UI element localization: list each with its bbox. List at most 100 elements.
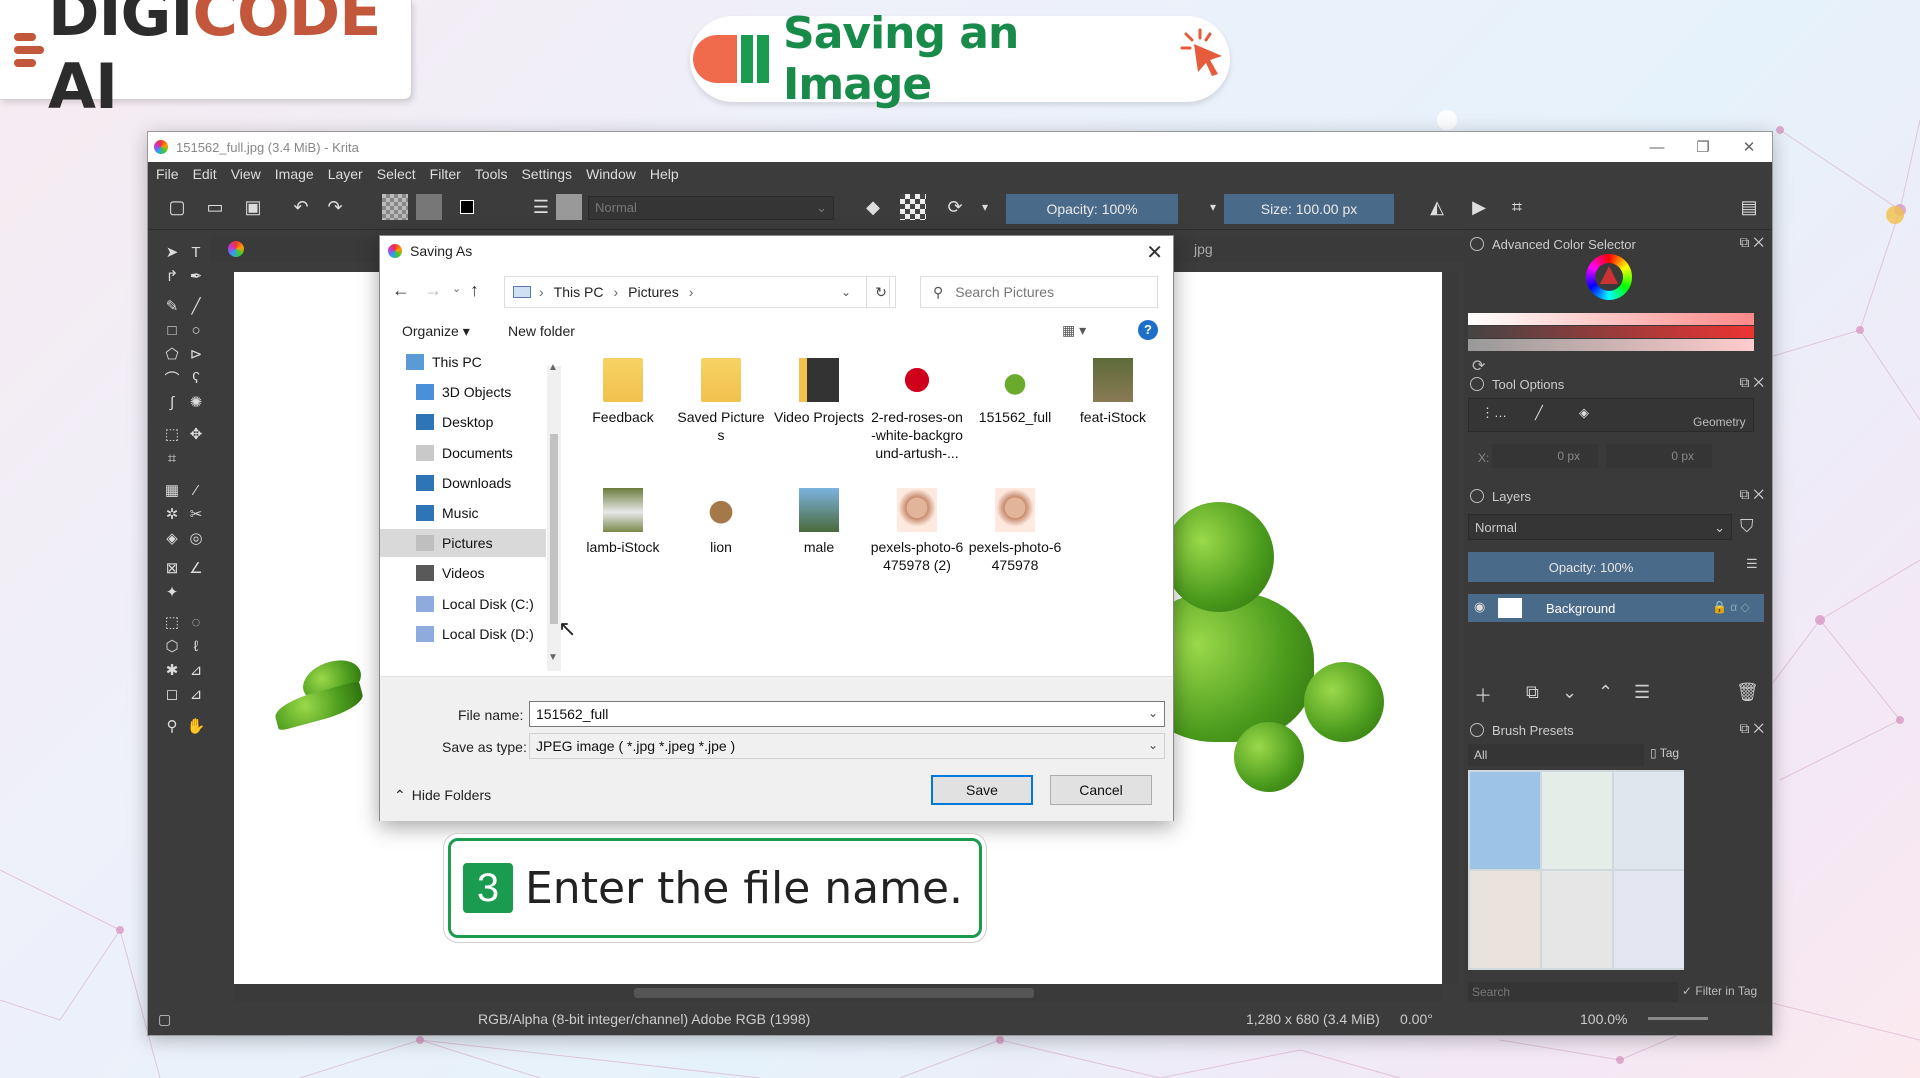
duplicate-layer-icon[interactable]: ⧉ bbox=[1526, 682, 1539, 703]
color-wheel[interactable] bbox=[1586, 254, 1632, 300]
file-item[interactable]: lamb-iStock bbox=[576, 488, 670, 556]
multibrush-icon[interactable]: ✺ bbox=[186, 392, 206, 412]
color-value-slider[interactable] bbox=[1468, 313, 1754, 325]
contiguous-selection-icon[interactable]: ✱ bbox=[162, 660, 182, 680]
file-name-input[interactable]: 151562_full ⌄ bbox=[529, 701, 1165, 727]
menu-view[interactable]: View bbox=[231, 166, 261, 182]
move-tool-icon[interactable]: ✥ bbox=[186, 424, 206, 444]
address-bar[interactable]: › This PC › Pictures › ⌄ bbox=[504, 276, 890, 308]
document-tab-label[interactable]: jpg bbox=[1194, 241, 1213, 257]
view-options-icon[interactable]: ▦ ▾ bbox=[1062, 322, 1086, 339]
file-item[interactable]: pexels-photo-6475978 (2) bbox=[870, 488, 964, 574]
layer-blend-mode-select[interactable]: Normal ⌄ bbox=[1468, 514, 1732, 540]
file-item[interactable]: Feedback bbox=[576, 358, 670, 426]
color-picker-icon[interactable]: ⁄ bbox=[186, 480, 206, 500]
mirror-horizontal-icon[interactable]: ◭ bbox=[1424, 194, 1450, 220]
eraser-icon[interactable]: ◆ bbox=[860, 194, 886, 220]
reference-images-icon[interactable]: ✦ bbox=[162, 582, 182, 602]
organize-menu[interactable]: Organize ▾ bbox=[402, 323, 470, 340]
hide-folders-toggle[interactable]: ⌃ Hide Folders bbox=[394, 787, 491, 804]
move-layer-up-icon[interactable]: ⌃ bbox=[1598, 682, 1613, 703]
restore-icon[interactable]: ❐ bbox=[1680, 132, 1726, 162]
zoom-tool-icon[interactable]: ⚲ bbox=[162, 716, 182, 736]
lock-icon[interactable] bbox=[1470, 377, 1484, 391]
layer-properties-icon[interactable]: ☰ bbox=[1634, 682, 1650, 703]
edit-brush-settings-icon[interactable]: ☰ bbox=[528, 194, 554, 220]
undo-icon[interactable]: ↶ bbox=[288, 194, 314, 220]
ellipse-selection-icon[interactable]: ◌ bbox=[186, 612, 206, 632]
rotation-readout[interactable]: 0.00° bbox=[1400, 1011, 1433, 1027]
tab-line-icon[interactable]: ╱ bbox=[1535, 405, 1543, 421]
menu-settings[interactable]: Settings bbox=[521, 166, 572, 182]
layer-opacity-slider[interactable]: Opacity: 100% bbox=[1468, 552, 1714, 582]
save-as-type-select[interactable]: JPEG image ( *.jpg *.jpeg *.jpe ) ⌄ bbox=[529, 733, 1165, 759]
breadcrumb-pictures[interactable]: Pictures bbox=[628, 284, 679, 300]
file-item[interactable]: pexels-photo-6475978 bbox=[968, 488, 1062, 574]
forward-arrow-icon[interactable]: → bbox=[424, 280, 442, 301]
docker-float-close-icons[interactable]: ⧉ ✕ bbox=[1739, 486, 1764, 503]
menu-help[interactable]: Help bbox=[650, 166, 679, 182]
move-layer-down-icon[interactable]: ⌄ bbox=[1562, 682, 1577, 703]
brush-tag-filter-select[interactable]: All bbox=[1468, 744, 1644, 766]
foreground-background-color-icon[interactable] bbox=[454, 194, 480, 220]
select-shapes-icon[interactable]: ➤ bbox=[162, 242, 182, 262]
file-item[interactable]: male bbox=[772, 488, 866, 556]
file-item[interactable]: lion bbox=[674, 488, 768, 556]
measure-tool-icon[interactable]: ∠ bbox=[186, 558, 206, 578]
refresh-icon[interactable]: ↻ bbox=[866, 276, 896, 308]
zoom-readout[interactable]: 100.0% bbox=[1580, 1011, 1627, 1027]
docker-float-close-icons[interactable]: ⧉ ✕ bbox=[1739, 720, 1764, 737]
rect-selection-icon[interactable]: ⬚ bbox=[162, 612, 182, 632]
new-document-icon[interactable]: ▢ bbox=[164, 194, 190, 220]
filter-in-tag-checkbox[interactable]: ✓ Filter in Tag bbox=[1682, 984, 1757, 998]
filter-icon[interactable]: ⛉ bbox=[1740, 516, 1754, 537]
color-lightness-slider[interactable] bbox=[1468, 339, 1754, 351]
layer-menu-icon[interactable]: ☰ bbox=[1746, 556, 1758, 572]
canvas-vertical-scrollbar[interactable] bbox=[1444, 272, 1458, 984]
layer-row-background[interactable]: ◉ Background 🔒 α ◇ bbox=[1468, 594, 1764, 622]
search-input[interactable]: ⚲ Search Pictures bbox=[920, 276, 1158, 308]
minimize-icon[interactable]: — bbox=[1634, 132, 1680, 162]
save-disk-icon[interactable]: ▣ bbox=[240, 194, 266, 220]
fill-gradients-icon[interactable] bbox=[382, 194, 408, 220]
color-saturation-slider[interactable] bbox=[1468, 326, 1754, 338]
brush-preset-item[interactable] bbox=[1542, 772, 1612, 869]
polygon-selection-icon[interactable]: ⬡ bbox=[162, 636, 182, 656]
freehand-brush-icon[interactable]: ✎ bbox=[162, 296, 182, 316]
fill-patterns-icon[interactable] bbox=[416, 194, 442, 220]
brush-preset-item[interactable] bbox=[1614, 871, 1684, 968]
enclose-fill-icon[interactable]: ◎ bbox=[186, 528, 206, 548]
opacity-slider[interactable]: Opacity: 100% bbox=[1006, 194, 1178, 224]
brush-preset-item[interactable] bbox=[1614, 772, 1684, 869]
brush-preset-item[interactable] bbox=[1542, 871, 1612, 968]
docker-float-close-icons[interactable]: ⧉ ✕ bbox=[1739, 234, 1764, 251]
colorize-mask-icon[interactable]: ✲ bbox=[162, 504, 182, 524]
new-folder-button[interactable]: New folder bbox=[508, 323, 575, 339]
gradient-tool-icon[interactable]: ▦ bbox=[162, 480, 182, 500]
back-arrow-icon[interactable]: ← bbox=[392, 280, 410, 301]
layer-name[interactable]: Background bbox=[1546, 601, 1615, 616]
dynamic-brush-icon[interactable]: ∫ bbox=[162, 392, 182, 412]
layer-lock-icons[interactable]: 🔒 α ◇ bbox=[1712, 600, 1750, 614]
mirror-vertical-icon[interactable]: ▶ bbox=[1466, 194, 1492, 220]
breadcrumb-this-pc[interactable]: This PC bbox=[554, 284, 604, 300]
crop-tool-icon[interactable]: ⌗ bbox=[162, 448, 182, 468]
chevron-down-icon[interactable]: ▾ bbox=[1200, 194, 1226, 220]
brush-preset-item[interactable] bbox=[1470, 772, 1540, 869]
lock-icon[interactable] bbox=[1470, 237, 1484, 251]
status-icon[interactable]: ▢ bbox=[158, 1011, 171, 1028]
recent-locations-chevron-icon[interactable]: ⌄ bbox=[452, 282, 461, 295]
magnetic-selection-icon[interactable]: ⊿ bbox=[186, 684, 206, 704]
up-arrow-icon[interactable]: ↑ bbox=[470, 280, 479, 301]
file-item[interactable]: 2-red-roses-on-white-background-artush-.… bbox=[870, 358, 964, 462]
zoom-slider[interactable] bbox=[1648, 1017, 1708, 1020]
text-tool-icon[interactable]: T bbox=[186, 242, 206, 262]
brush-preset-item[interactable] bbox=[1470, 871, 1540, 968]
freehand-path-icon[interactable]: ʕ bbox=[186, 368, 206, 388]
file-item[interactable]: Saved Pictures bbox=[674, 358, 768, 444]
transform-tool-icon[interactable]: ⬚ bbox=[162, 424, 182, 444]
save-button[interactable]: Save bbox=[931, 775, 1033, 805]
chevron-down-icon[interactable]: ▾ bbox=[972, 194, 998, 220]
fill-tool-icon[interactable]: ◈ bbox=[162, 528, 182, 548]
close-window-icon[interactable]: ✕ bbox=[1726, 132, 1772, 162]
